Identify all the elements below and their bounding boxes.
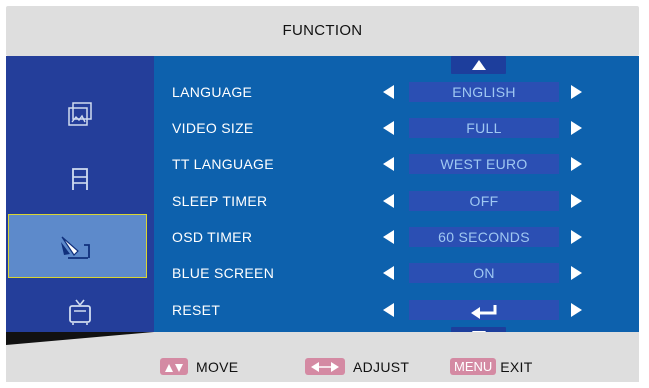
increase-arrow-icon[interactable] (571, 266, 582, 280)
increase-arrow-icon[interactable] (571, 85, 582, 99)
settings-panel: LANGUAGE ENGLISH VIDEO SIZE FULL TT LANG… (154, 56, 639, 345)
setting-value: FULL (409, 118, 559, 138)
picture-icon (68, 102, 92, 126)
decrease-arrow-icon[interactable] (383, 85, 394, 99)
setting-value: ENGLISH (409, 82, 559, 102)
menu-header: FUNCTION (6, 6, 639, 56)
decrease-arrow-icon[interactable] (383, 157, 394, 171)
setting-label: LANGUAGE (172, 84, 253, 100)
move-label: MOVE (196, 358, 239, 375)
setting-label: SLEEP TIMER (172, 193, 268, 209)
page-title: FUNCTION (282, 22, 363, 39)
decrease-arrow-icon[interactable] (383, 194, 394, 208)
increase-arrow-icon[interactable] (571, 157, 582, 171)
setting-label: OSD TIMER (172, 229, 253, 245)
osd-menu: FUNCTION LANGUAGE ENGLISH VIDEO SIZE FUL… (0, 0, 649, 388)
exit-label: EXIT (500, 358, 533, 375)
increase-arrow-icon[interactable] (571, 121, 582, 135)
adjust-label: ADJUST (353, 358, 410, 375)
legend-exit: MENU EXIT (450, 358, 533, 375)
decrease-arrow-icon[interactable] (383, 303, 394, 317)
setting-value: 60 SECONDS (409, 227, 559, 247)
sidebar-item-sound[interactable] (6, 148, 154, 208)
setting-label: VIDEO SIZE (172, 120, 254, 136)
setting-row-sleep-timer[interactable]: SLEEP TIMER OFF (154, 182, 639, 218)
scroll-up-button[interactable] (451, 56, 506, 74)
leftright-arrows-icon (311, 361, 339, 372)
category-sidebar (6, 56, 154, 332)
legend-move: MOVE (160, 358, 238, 375)
increase-arrow-icon[interactable] (571, 303, 582, 317)
setting-row-video-size[interactable]: VIDEO SIZE FULL (154, 109, 639, 145)
sound-icon (72, 168, 88, 190)
setting-row-language[interactable]: LANGUAGE ENGLISH (154, 73, 639, 109)
setting-label: BLUE SCREEN (172, 265, 275, 281)
key-legend-bar: MOVE ADJUST MENU EXIT (6, 332, 639, 382)
increase-arrow-icon[interactable] (571, 194, 582, 208)
decrease-arrow-icon[interactable] (383, 266, 394, 280)
chevron-up-icon (471, 60, 486, 70)
leftright-keys-icon (305, 358, 345, 375)
legend-adjust: ADJUST (305, 358, 409, 375)
setting-value: WEST EURO (409, 154, 559, 174)
setting-label: RESET (172, 302, 221, 318)
decrease-arrow-icon[interactable] (383, 121, 394, 135)
sidebar-item-function[interactable] (8, 214, 147, 278)
decrease-arrow-icon[interactable] (383, 230, 394, 244)
footer-divider (6, 332, 154, 345)
sidebar-item-picture[interactable] (6, 84, 154, 144)
setting-value (409, 300, 559, 320)
increase-arrow-icon[interactable] (571, 230, 582, 244)
setting-label: TT LANGUAGE (172, 156, 274, 172)
setting-value: OFF (409, 191, 559, 211)
enter-return-icon (471, 305, 497, 320)
setting-row-blue-screen[interactable]: BLUE SCREEN ON (154, 254, 639, 290)
setting-row-osd-timer[interactable]: OSD TIMER 60 SECONDS (154, 218, 639, 254)
updown-arrows-icon (165, 363, 183, 372)
updown-keys-icon (160, 358, 188, 375)
menu-key-badge: MENU (450, 358, 497, 375)
tv-icon (69, 299, 91, 325)
menu-body: LANGUAGE ENGLISH VIDEO SIZE FULL TT LANG… (6, 56, 639, 345)
setting-value: ON (409, 263, 559, 283)
function-icon (60, 236, 90, 259)
setting-row-reset[interactable]: RESET (154, 291, 639, 327)
setting-row-tt-language[interactable]: TT LANGUAGE WEST EURO (154, 145, 639, 181)
